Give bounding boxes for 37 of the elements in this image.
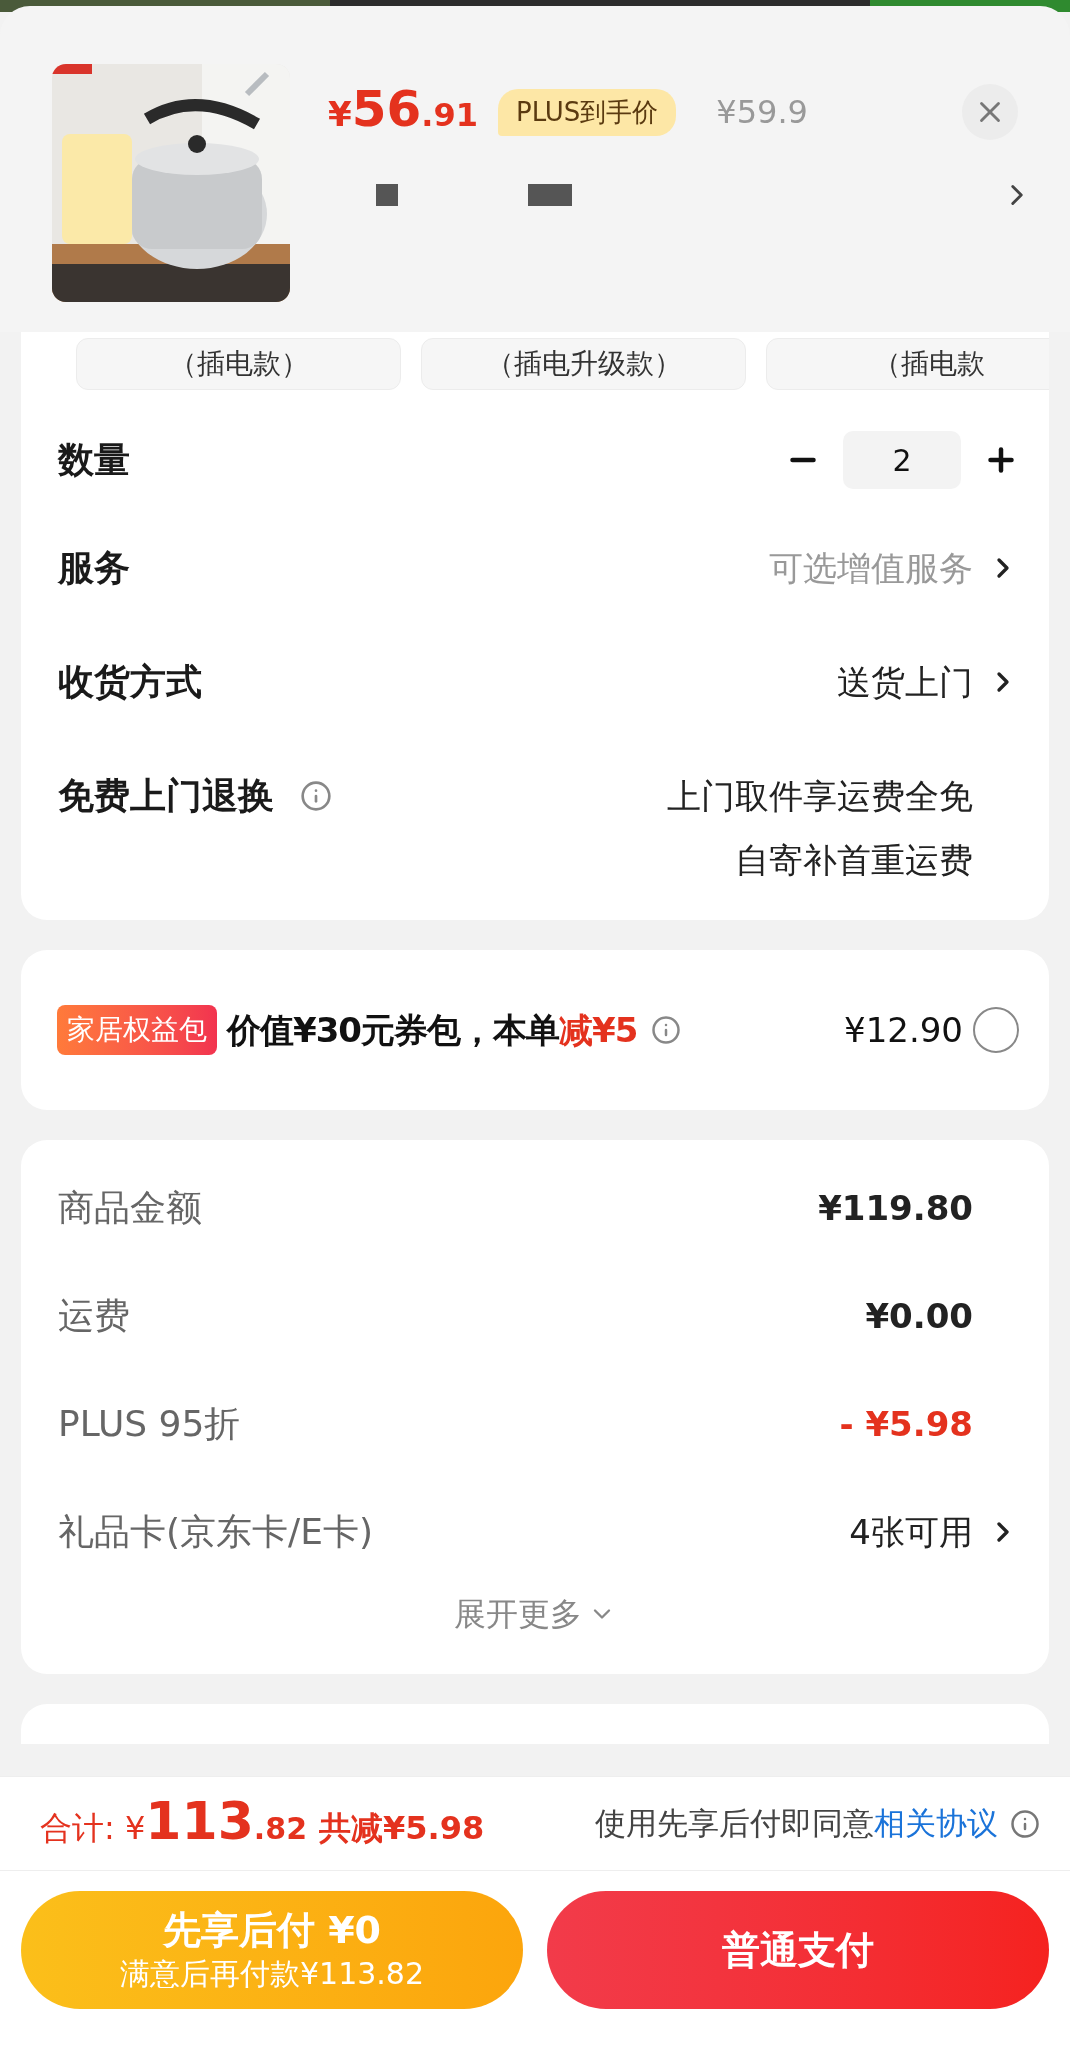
summary-label: PLUS 95折 — [58, 1402, 241, 1446]
benefit-price: ¥12.90 — [844, 1008, 963, 1052]
order-total: 合计: ¥113.82 共减¥5.98 — [40, 1795, 485, 1852]
variant-chip[interactable]: （插电款 — [766, 338, 1049, 390]
summary-label: 运费 — [58, 1294, 130, 1338]
summary-value: ¥119.80 — [818, 1186, 973, 1230]
summary-label: 礼品卡(京东卡/E卡) — [58, 1510, 373, 1554]
summary-label: 商品金额 — [58, 1186, 202, 1230]
row-label: 收货方式 — [58, 660, 202, 704]
benefit-text: 价值¥30元券包，本单减¥5 — [227, 1008, 638, 1052]
row-value: 可选增值服务 — [769, 547, 973, 590]
quantity-field[interactable]: 2 — [843, 431, 961, 489]
variant-chip[interactable]: （插电升级款） — [421, 338, 746, 390]
row-label: 免费上门退换 — [58, 774, 274, 818]
redaction-mark — [528, 184, 572, 206]
original-price: ¥59.9 — [716, 92, 808, 133]
row-value: 送货上门 — [837, 661, 973, 704]
agreement-text: 使用先享后付即同意相关协议 — [595, 1804, 998, 1844]
expand-more-button[interactable]: 展开更多 — [454, 1590, 616, 1638]
row-label: 服务 — [58, 546, 130, 590]
info-icon[interactable] — [300, 780, 332, 812]
plus-price-tag: PLUS到手价 — [497, 88, 677, 136]
row-value: 自寄补首重运费 — [735, 839, 973, 882]
redaction-mark — [376, 184, 398, 206]
pay-button[interactable]: 普通支付 — [547, 1891, 1049, 2009]
benefit-badge: 家居权益包 — [57, 1005, 217, 1055]
select-radio[interactable] — [973, 1007, 1019, 1053]
summary-value: ¥0.00 — [865, 1294, 973, 1338]
row-value: 上门取件享运费全免 — [667, 775, 973, 818]
variant-chip[interactable]: （插电款） — [76, 338, 401, 390]
agreement-link[interactable]: 相关协议 — [874, 1805, 998, 1842]
info-icon[interactable] — [1010, 1808, 1040, 1839]
quantity-label: 数量 — [58, 438, 130, 482]
info-icon[interactable] — [651, 1015, 682, 1045]
product-price: ¥56.91 — [328, 84, 478, 140]
summary-value: - ¥5.98 — [839, 1402, 973, 1446]
summary-value: 4张可用 — [849, 1510, 973, 1554]
